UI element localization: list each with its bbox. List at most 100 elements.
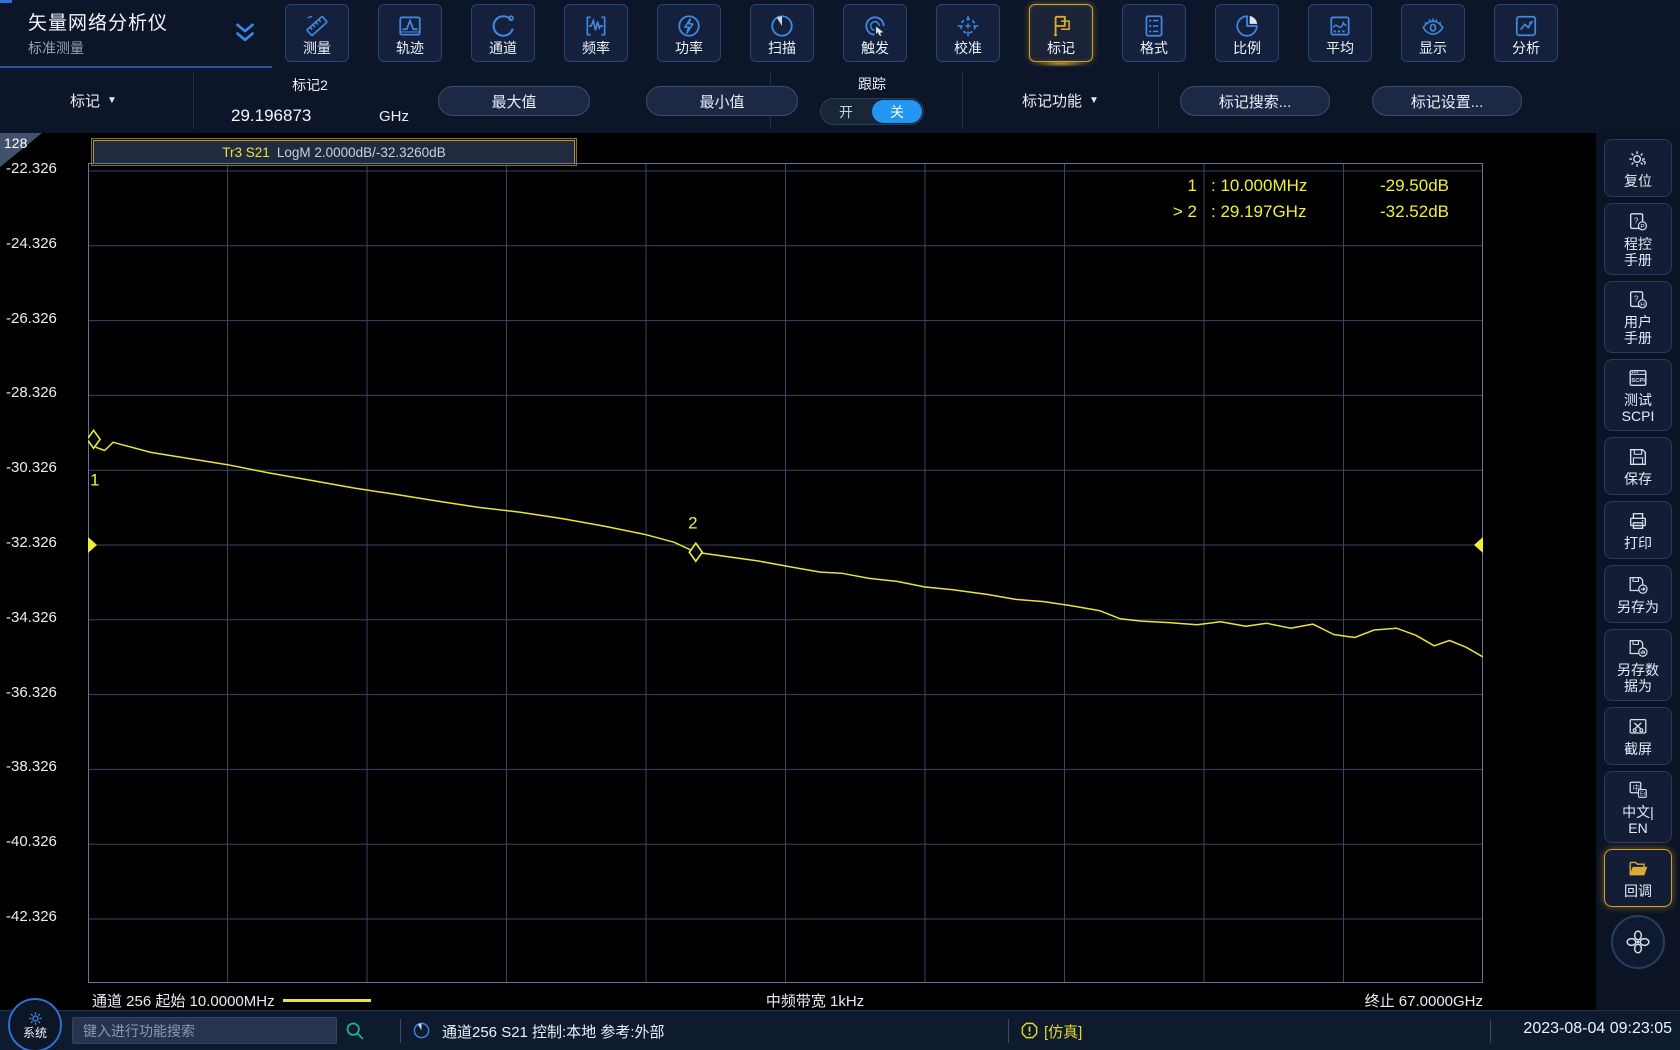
- sidebar-button-prog-manual[interactable]: ?P程控手册: [1604, 203, 1672, 275]
- warning-icon: [1020, 1021, 1039, 1045]
- y-axis-tick-label: -24.326: [6, 235, 57, 252]
- divider: [962, 72, 963, 129]
- user-manual-icon: ?H: [1627, 288, 1649, 312]
- sidebar-button-save-data-as[interactable]: 另存数据为: [1604, 629, 1672, 701]
- toolbar-button-display[interactable]: 显示: [1401, 4, 1465, 62]
- tracking-control: 跟踪 开 关: [812, 68, 932, 133]
- toolbar-button-scale[interactable]: 比例: [1215, 4, 1279, 62]
- sidebar-button-save[interactable]: 保存: [1604, 437, 1672, 495]
- reference-level-marker-right: [1474, 537, 1483, 553]
- sweep-state-icon: [412, 1021, 431, 1045]
- marker-readout-value: -29.50dB: [1349, 173, 1449, 199]
- toolbar-button-frequency[interactable]: 频率: [564, 4, 628, 62]
- marker-setup-button[interactable]: 标记设置...: [1372, 86, 1522, 116]
- s21-trace-plot[interactable]: 12: [88, 163, 1483, 983]
- marker-readout: 1: 10.000MHz-29.50dB> 2: 29.197GHz-32.52…: [1145, 173, 1449, 225]
- marker-icon: [1048, 12, 1074, 39]
- tracking-label: 跟踪: [812, 74, 932, 94]
- analysis-icon: [1513, 12, 1539, 39]
- channel-start-label: 通道 256 起始 10.0000MHz: [92, 990, 371, 1011]
- tracking-toggle[interactable]: 开 关: [820, 98, 924, 125]
- sidebar-button-label: 另存为: [1617, 599, 1659, 615]
- top-toolbar: 矢量网络分析仪 标准测量 测量轨迹通道 频率 功率扫描触发 校准标记格式 比例平均显示分…: [0, 0, 1680, 68]
- toolbar-button-trigger[interactable]: 触发: [843, 4, 907, 62]
- save-data-icon: [1627, 636, 1649, 660]
- app-subtitle: 标准测量: [28, 38, 84, 58]
- language-icon: 中En: [1627, 778, 1649, 802]
- ruler-icon: [304, 12, 330, 39]
- y-axis-tick-label: -32.326: [6, 534, 57, 551]
- sweep-icon: [769, 12, 795, 39]
- channel-status-text: 通道256 S21 控制:本地 参考:外部: [442, 1021, 665, 1042]
- save-as-icon: [1627, 573, 1649, 597]
- sidebar-button-screenshot[interactable]: 截屏: [1604, 707, 1672, 765]
- max-search-button[interactable]: 最大值: [438, 86, 590, 116]
- marker-select-label: 标记: [70, 90, 100, 111]
- sidebar-button-reset[interactable]: 复位: [1604, 139, 1672, 197]
- marker-field-label: 标记2: [205, 75, 415, 95]
- window-number: 128: [4, 135, 27, 151]
- function-search-input[interactable]: [72, 1017, 337, 1044]
- y-axis-tick-label: -40.326: [6, 833, 57, 850]
- search-icon[interactable]: [344, 1020, 365, 1046]
- trace-header[interactable]: Tr3 S21 LogM 2.0000dB/-32.3260dB: [93, 140, 575, 164]
- toolbar-button-label: 频率: [582, 41, 610, 56]
- marker2-frequency-field[interactable]: 标记2 29.196873 GHz: [205, 68, 415, 133]
- reset-icon: [1627, 147, 1649, 171]
- tracking-on-option[interactable]: 开: [821, 99, 871, 124]
- toolbar-button-trace[interactable]: 轨迹: [378, 4, 442, 62]
- marker-2-label: 2: [688, 513, 697, 532]
- marker-select-dropdown[interactable]: 标记 ▼: [70, 68, 117, 133]
- toolbar-button-label: 格式: [1140, 41, 1168, 56]
- system-button[interactable]: 系统: [8, 998, 62, 1050]
- average-icon: [1327, 12, 1353, 39]
- toolbar-button-label: 分析: [1512, 41, 1540, 56]
- marker-function-label: 标记功能: [1022, 90, 1082, 111]
- y-axis-tick-label: -30.326: [6, 459, 57, 476]
- marker-1-diamond: [88, 430, 100, 448]
- channel-icon: [490, 12, 516, 39]
- chevron-double-down-icon[interactable]: [230, 18, 260, 48]
- calibration-icon: [955, 12, 981, 39]
- svg-text:En: En: [1640, 791, 1647, 797]
- program-manual-icon: ?P: [1627, 210, 1649, 234]
- toolbar-button-marker[interactable]: 标记: [1029, 4, 1093, 62]
- toolbar-button-label: 通道: [489, 41, 517, 56]
- divider: [400, 1019, 401, 1043]
- chevron-down-icon: ▼: [107, 95, 117, 106]
- if-bandwidth-label: 中频带宽 1kHz: [700, 990, 930, 1011]
- marker-readout-row: 1: 10.000MHz-29.50dB: [1145, 173, 1449, 199]
- marker-2-diamond: [689, 543, 702, 561]
- y-axis-tick-label: -42.326: [6, 908, 57, 925]
- sidebar-button-test-scpi[interactable]: SCPI测试SCPI: [1604, 359, 1672, 431]
- sidebar-button-print[interactable]: 打印: [1604, 501, 1672, 559]
- toolbar-button-analysis[interactable]: 分析: [1494, 4, 1558, 62]
- toolbar-button-calibration[interactable]: 校准: [936, 4, 1000, 62]
- plot-footer: 通道 256 起始 10.0000MHz 中频带宽 1kHz 终止 67.000…: [0, 990, 1596, 1012]
- display-icon: [1420, 12, 1446, 39]
- save-icon: [1627, 445, 1649, 469]
- min-search-button[interactable]: 最小值: [646, 86, 798, 116]
- trace-color-legend: [283, 999, 371, 1002]
- sidebar-button-user-manual[interactable]: ?H用户手册: [1604, 281, 1672, 353]
- right-sidebar: 复位 ?P程控手册?H用户手册SCPI测试SCPI 保存打印另存为另存数据为截屏中E…: [1596, 133, 1680, 1010]
- app-title: 矢量网络分析仪: [28, 8, 168, 35]
- tracking-off-option[interactable]: 关: [872, 100, 922, 123]
- divider: [770, 72, 771, 129]
- toolbar-button-label: 触发: [861, 41, 889, 56]
- toolbar-button-sweep[interactable]: 扫描: [750, 4, 814, 62]
- marker-search-button[interactable]: 标记搜索...: [1180, 86, 1330, 116]
- toolbar-button-average[interactable]: 平均: [1308, 4, 1372, 62]
- toolbar-button-measure[interactable]: 测量: [285, 4, 349, 62]
- toolbar-button-channel[interactable]: 通道: [471, 4, 535, 62]
- y-axis-tick-label: -38.326: [6, 758, 57, 775]
- marker-readout-value: -32.52dB: [1349, 199, 1449, 225]
- toolbar-button-format[interactable]: 格式: [1122, 4, 1186, 62]
- sidebar-button-save-as[interactable]: 另存为: [1604, 565, 1672, 623]
- toolbar-button-power[interactable]: 功率: [657, 4, 721, 62]
- scale-icon: [1234, 12, 1260, 39]
- fan-button[interactable]: [1611, 915, 1665, 969]
- sidebar-button-recall[interactable]: 回调: [1604, 849, 1672, 907]
- marker-function-dropdown[interactable]: 标记功能 ▼: [1022, 68, 1099, 133]
- sidebar-button-language[interactable]: 中En中文|EN: [1604, 771, 1672, 843]
